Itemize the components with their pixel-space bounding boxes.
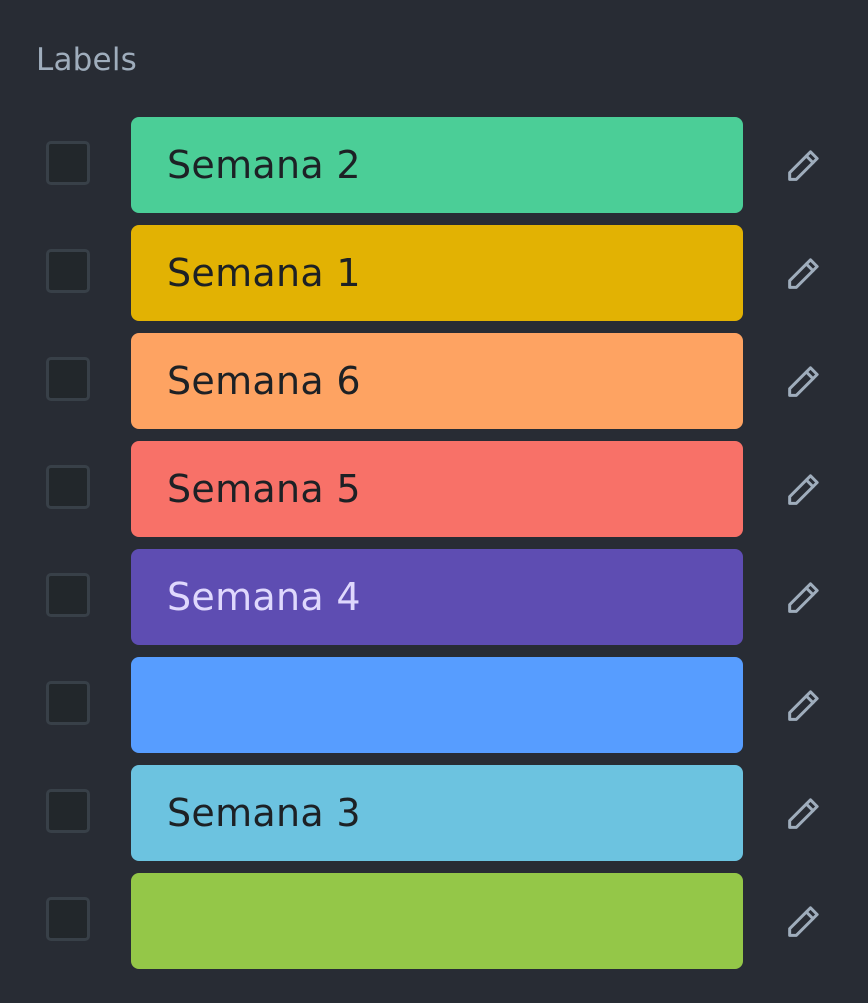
label-chip-text: Semana 3	[167, 791, 361, 835]
label-chip-text: Semana 5	[167, 467, 361, 511]
label-checkbox[interactable]	[46, 789, 90, 833]
edit-label-button[interactable]	[780, 143, 826, 189]
label-checkbox[interactable]	[46, 141, 90, 185]
label-row: Semana 4	[0, 549, 868, 645]
edit-label-button[interactable]	[780, 251, 826, 297]
label-chip[interactable]: Semana 1	[131, 225, 743, 321]
pencil-icon	[788, 258, 819, 289]
label-chip-text: Semana 2	[167, 143, 361, 187]
label-chip[interactable]: Semana 6	[131, 333, 743, 429]
label-row: Semana 1	[0, 225, 868, 321]
label-row: Semana 6	[0, 333, 868, 429]
label-checkbox[interactable]	[46, 681, 90, 725]
pencil-icon	[788, 690, 819, 721]
edit-label-button[interactable]	[780, 899, 826, 945]
label-chip-text: Semana 4	[167, 575, 361, 619]
pencil-icon	[788, 150, 819, 181]
pencil-icon	[788, 798, 819, 829]
label-chip[interactable]: Semana 2	[131, 117, 743, 213]
label-chip-text: Semana 1	[167, 251, 361, 295]
label-chip[interactable]	[131, 657, 743, 753]
panel-title: Labels	[36, 42, 137, 78]
label-chip[interactable]: Semana 5	[131, 441, 743, 537]
label-checkbox[interactable]	[46, 465, 90, 509]
edit-label-button[interactable]	[780, 575, 826, 621]
label-chip[interactable]: Semana 3	[131, 765, 743, 861]
label-row: Semana 2	[0, 117, 868, 213]
label-list: Semana 2 Semana 1 Semana 6 Semana 5 Sema…	[0, 117, 868, 981]
pencil-icon	[788, 366, 819, 397]
label-checkbox[interactable]	[46, 897, 90, 941]
edit-label-button[interactable]	[780, 791, 826, 837]
label-row	[0, 657, 868, 753]
label-row	[0, 873, 868, 969]
label-row: Semana 5	[0, 441, 868, 537]
label-checkbox[interactable]	[46, 357, 90, 401]
label-row: Semana 3	[0, 765, 868, 861]
label-checkbox[interactable]	[46, 249, 90, 293]
label-chip-text: Semana 6	[167, 359, 361, 403]
edit-label-button[interactable]	[780, 359, 826, 405]
pencil-icon	[788, 906, 819, 937]
label-chip[interactable]: Semana 4	[131, 549, 743, 645]
edit-label-button[interactable]	[780, 683, 826, 729]
pencil-icon	[788, 474, 819, 505]
label-chip[interactable]	[131, 873, 743, 969]
labels-panel: Labels Semana 2 Semana 1 Semana 6 Semana…	[0, 0, 868, 1003]
label-checkbox[interactable]	[46, 573, 90, 617]
pencil-icon	[788, 582, 819, 613]
edit-label-button[interactable]	[780, 467, 826, 513]
